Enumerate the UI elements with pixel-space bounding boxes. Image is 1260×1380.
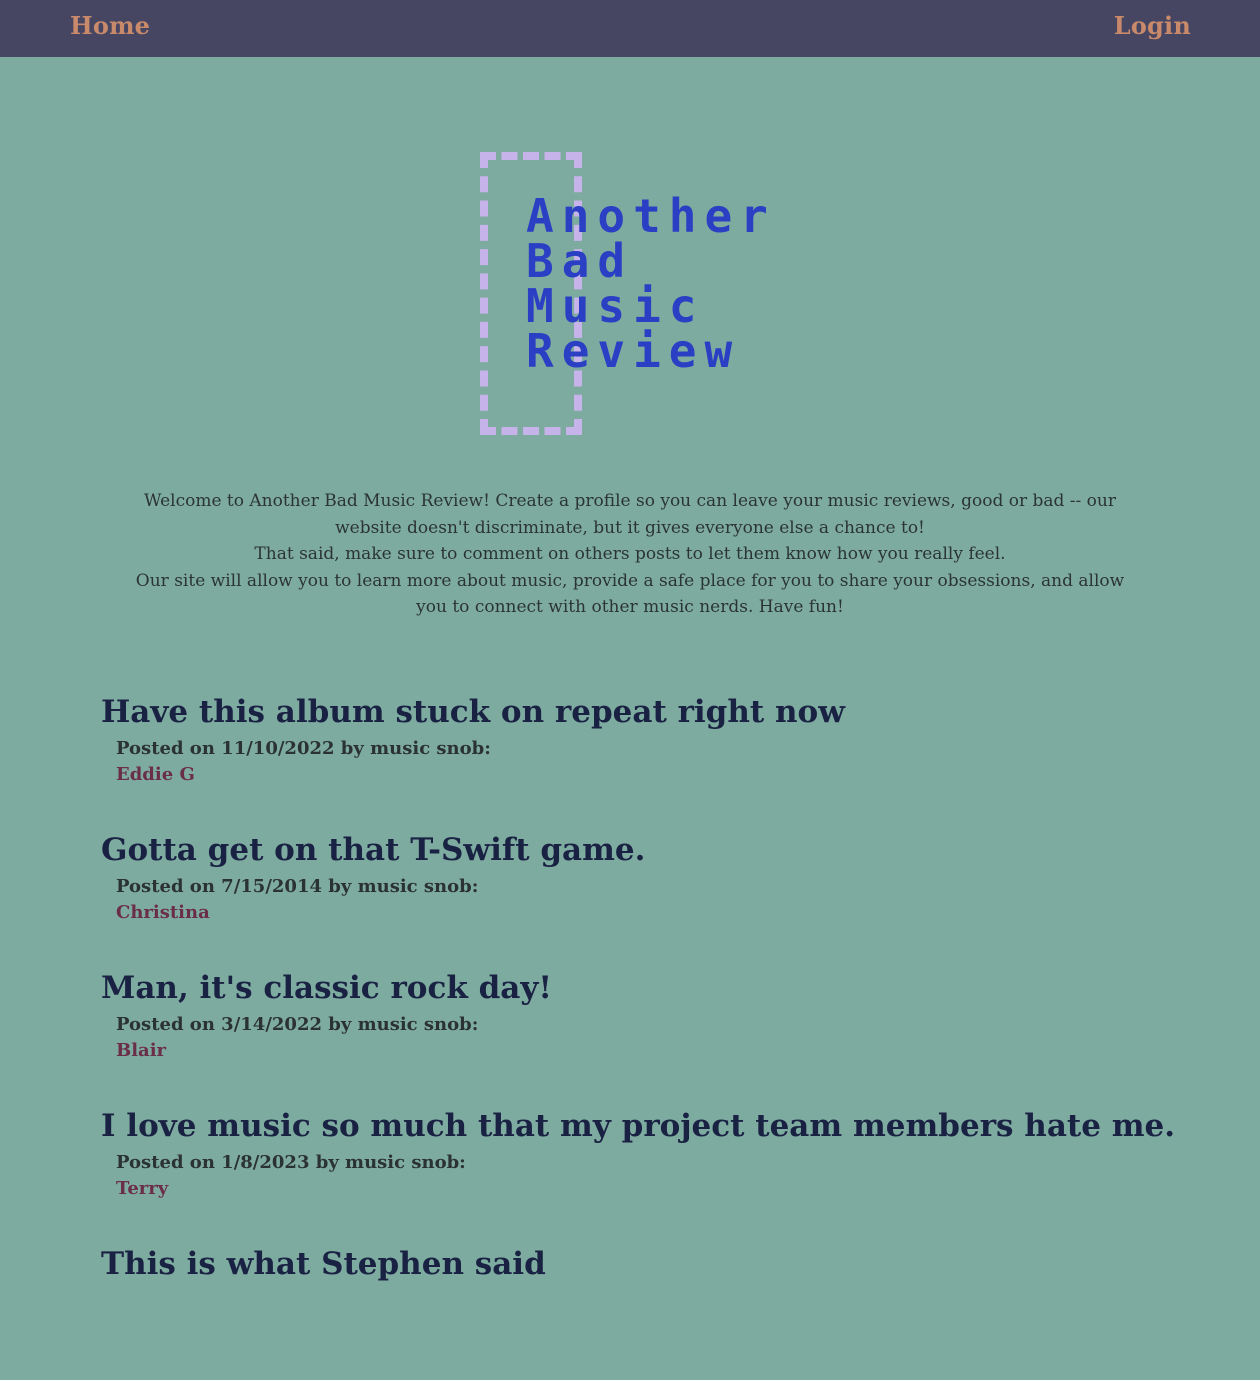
nav-login-link[interactable]: Login	[1114, 11, 1191, 40]
intro-text: Welcome to Another Bad Music Review! Cre…	[120, 488, 1140, 621]
intro-paragraph-1: Welcome to Another Bad Music Review! Cre…	[144, 491, 1116, 538]
post-list: Have this album stuck on repeat right no…	[101, 690, 1201, 1380]
post-author: Blair	[116, 1040, 167, 1061]
top-nav: Home Login	[0, 0, 1260, 57]
post-title[interactable]: Man, it's classic rock day!	[101, 966, 1201, 1010]
post-author: Eddie G	[116, 764, 195, 785]
nav-home-link[interactable]: Home	[70, 11, 150, 40]
intro-paragraph-2: That said, make sure to comment on other…	[254, 544, 1006, 564]
post-title[interactable]: I love music so much that my project tea…	[101, 1104, 1201, 1148]
post-item[interactable]: I love music so much that my project tea…	[101, 1104, 1201, 1242]
post-meta: Posted on 7/15/2014 by music snob:	[116, 876, 479, 897]
post-item[interactable]: Man, it's classic rock day! Posted on 3/…	[101, 966, 1201, 1104]
post-meta: Posted on 3/14/2022 by music snob:	[116, 1014, 479, 1035]
logo-line-3: Music	[526, 279, 705, 333]
post-meta: Posted on 11/10/2022 by music snob:	[116, 738, 491, 759]
post-title[interactable]: Gotta get on that T-Swift game.	[101, 828, 1201, 872]
post-title[interactable]: Have this album stuck on repeat right no…	[101, 690, 1201, 734]
post-item[interactable]: Gotta get on that T-Swift game. Posted o…	[101, 828, 1201, 966]
post-author: Christina	[116, 902, 210, 923]
logo-line-1: Another	[526, 189, 776, 243]
post-item[interactable]: This is what Stephen said	[101, 1242, 1201, 1380]
intro-paragraph-3: Our site will allow you to learn more ab…	[135, 570, 1125, 618]
post-author: Terry	[116, 1178, 169, 1199]
logo-title: Another Bad Music Review	[526, 189, 776, 378]
logo-line-4: Review	[526, 324, 741, 378]
logo-line-2: Bad	[526, 234, 634, 288]
site-logo: Another Bad Music Review	[478, 150, 898, 435]
post-title[interactable]: This is what Stephen said	[101, 1242, 1201, 1286]
post-meta: Posted on 1/8/2023 by music snob:	[116, 1152, 466, 1173]
post-item[interactable]: Have this album stuck on repeat right no…	[101, 690, 1201, 828]
